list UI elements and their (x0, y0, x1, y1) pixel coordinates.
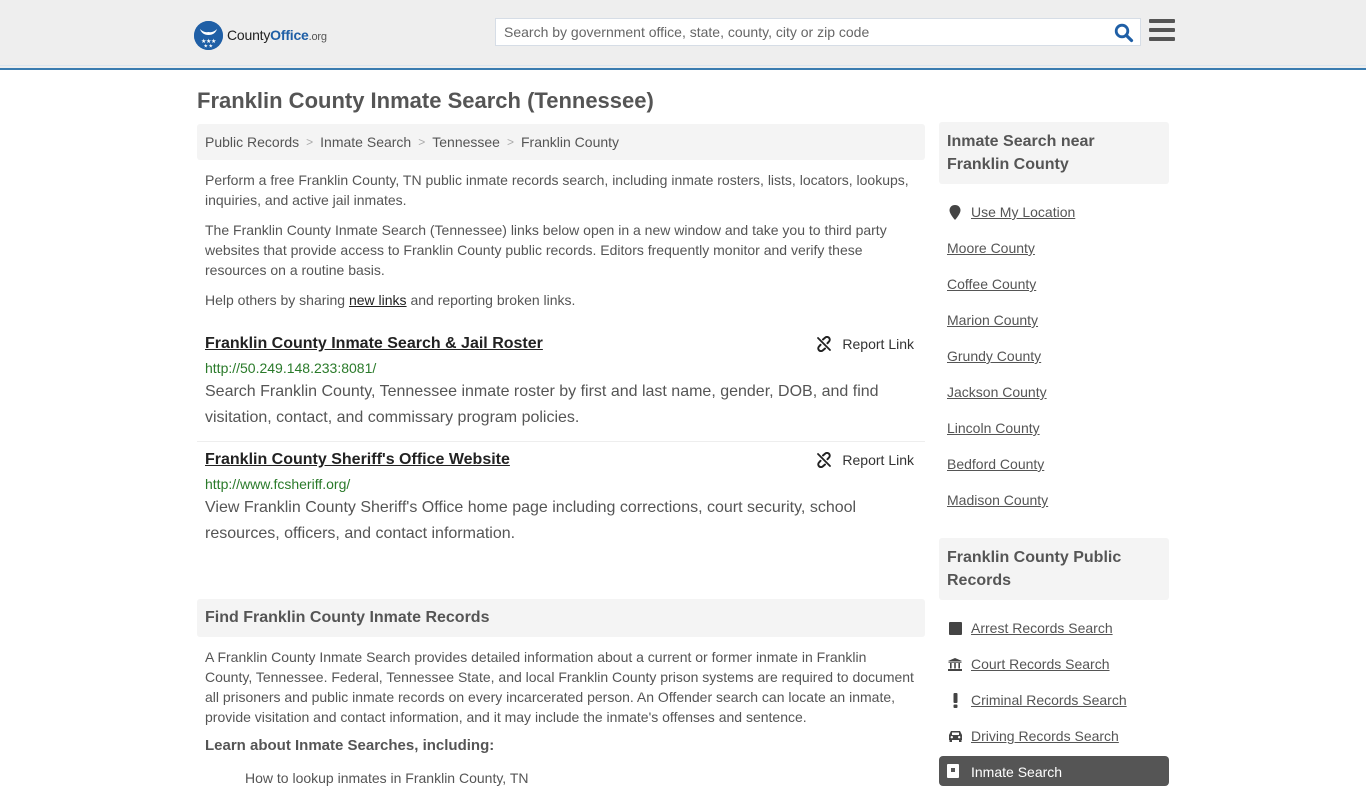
link-list: Franklin County Inmate Search & Jail Ros… (197, 326, 925, 557)
link-url: http://www.fcsheriff.org/ (205, 476, 351, 492)
exclamation-icon (947, 692, 963, 708)
breadcrumb-inmate-search[interactable]: Inmate Search (320, 134, 411, 150)
nearby-county-link[interactable]: Jackson County (947, 384, 1047, 400)
criminal-records-link[interactable]: Criminal Records Search (971, 692, 1127, 708)
nearby-county-item: Grundy County (947, 338, 1161, 374)
learn-list: How to lookup inmates in Franklin County… (197, 770, 925, 786)
nearby-county-link[interactable]: Bedford County (947, 456, 1044, 472)
public-records-item: Arrest Records Search (947, 610, 1161, 646)
nearby-county-item: Jackson County (947, 374, 1161, 410)
breadcrumb-franklin-county[interactable]: Franklin County (521, 134, 619, 150)
driving-records-link[interactable]: Driving Records Search (971, 728, 1119, 744)
public-records-list: Arrest Records Search Court Records Sear… (939, 600, 1169, 754)
public-records-heading: Franklin County Public Records (939, 538, 1169, 600)
square-icon (947, 621, 963, 635)
public-records-item: Court Records Search (947, 646, 1161, 682)
find-records-heading: Find Franklin County Inmate Records (197, 599, 925, 637)
search-box (495, 18, 1141, 46)
car-icon (947, 730, 963, 742)
nearby-county-item: Coffee County (947, 266, 1161, 302)
breadcrumb-separator-icon: > (306, 135, 314, 149)
link-description: Search Franklin County, Tennessee inmate… (205, 383, 879, 426)
nearby-county-item: Lincoln County (947, 410, 1161, 446)
broken-link-icon (817, 336, 832, 352)
link-title[interactable]: Franklin County Sheriff's Office Website (205, 450, 510, 470)
intro-paragraph-2: The Franklin County Inmate Search (Tenne… (205, 222, 887, 278)
nearby-county-link[interactable]: Lincoln County (947, 420, 1040, 436)
court-records-link[interactable]: Court Records Search (971, 656, 1110, 672)
inmate-search-active-item[interactable]: Inmate Search (939, 756, 1169, 786)
link-url: http://50.249.148.233:8081/ (205, 360, 377, 376)
nearby-county-link[interactable]: Marion County (947, 312, 1038, 328)
eagle-stars-icon: ★ ★ ★ ★ ★ (194, 20, 223, 50)
breadcrumb-separator-icon: > (506, 135, 514, 149)
nearby-county-link[interactable]: Madison County (947, 492, 1048, 508)
breadcrumb-tennessee[interactable]: Tennessee (432, 134, 500, 150)
link-item: Franklin County Sheriff's Office Website… (197, 441, 925, 557)
search-icon (1114, 23, 1134, 43)
page-title: Franklin County Inmate Search (Tennessee… (197, 88, 654, 113)
nearby-list: Use My Location Moore County Coffee Coun… (939, 184, 1169, 518)
nearby-county-item: Bedford County (947, 446, 1161, 482)
public-records-item: Driving Records Search (947, 718, 1161, 754)
learn-list-item[interactable]: How to lookup inmates in Franklin County… (245, 770, 925, 786)
nearby-heading: Inmate Search near Franklin County (939, 122, 1169, 184)
breadcrumb-public-records[interactable]: Public Records (205, 134, 299, 150)
nearby-county-item: Madison County (947, 482, 1161, 518)
map-pin-icon (947, 204, 963, 220)
breadcrumb: Public Records > Inmate Search > Tenness… (197, 124, 925, 160)
use-my-location-link[interactable]: Use My Location (971, 204, 1075, 220)
nearby-county-item: Marion County (947, 302, 1161, 338)
nearby-county-link[interactable]: Moore County (947, 240, 1035, 256)
sidebar: Inmate Search near Franklin County Use M… (939, 122, 1169, 786)
use-my-location-item: Use My Location (947, 194, 1161, 230)
public-records-item: Criminal Records Search (947, 682, 1161, 718)
learn-heading: Learn about Inmate Searches, including: (205, 737, 495, 754)
intro-section: Perform a free Franklin County, TN publi… (197, 170, 925, 310)
courthouse-icon (947, 657, 963, 671)
top-navigation-bar: ★ ★ ★ ★ ★ CountyOffice.org (0, 0, 1366, 70)
id-badge-icon (947, 764, 963, 781)
search-button[interactable] (1114, 23, 1134, 43)
intro-paragraph-1: Perform a free Franklin County, TN publi… (205, 172, 909, 208)
search-input[interactable] (496, 19, 1096, 45)
link-item: Franklin County Inmate Search & Jail Ros… (197, 326, 925, 441)
link-description: View Franklin County Sheriff's Office ho… (205, 499, 857, 542)
find-records-body: A Franklin County Inmate Search provides… (205, 649, 914, 725)
report-link-button[interactable]: Report Link (816, 452, 914, 468)
nearby-county-link[interactable]: Coffee County (947, 276, 1036, 292)
nearby-county-item: Moore County (947, 230, 1161, 266)
broken-link-icon (817, 452, 832, 468)
main-content: Public Records > Inmate Search > Tenness… (197, 124, 925, 786)
breadcrumb-separator-icon: > (418, 135, 426, 149)
report-link-button[interactable]: Report Link (816, 336, 914, 352)
site-logo[interactable]: ★ ★ ★ ★ ★ CountyOffice.org (194, 20, 327, 50)
new-links-link[interactable]: new links (349, 292, 407, 308)
nearby-county-link[interactable]: Grundy County (947, 348, 1041, 364)
link-title[interactable]: Franklin County Inmate Search & Jail Ros… (205, 334, 543, 354)
intro-paragraph-3: Help others by sharing new links and rep… (205, 292, 576, 308)
hamburger-menu-icon[interactable] (1149, 19, 1175, 43)
svg-text:★: ★ (209, 43, 214, 49)
logo-text: CountyOffice.org (227, 27, 327, 43)
arrest-records-link[interactable]: Arrest Records Search (971, 620, 1113, 636)
